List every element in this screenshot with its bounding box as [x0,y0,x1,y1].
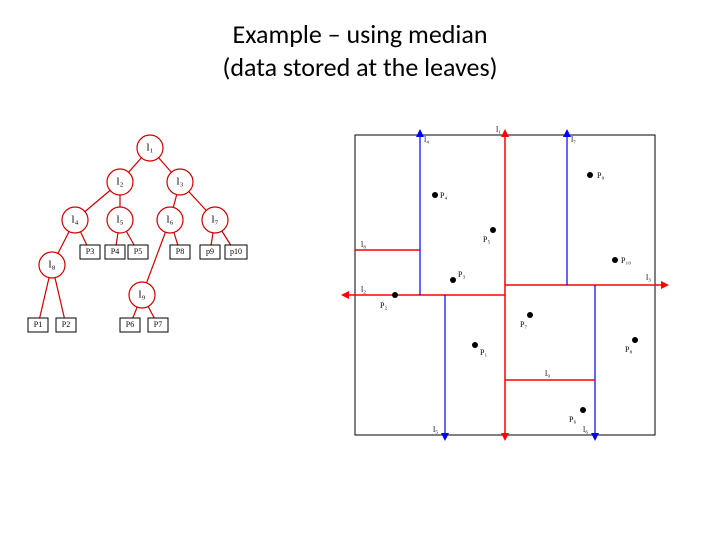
svg-text:l₇: l₇ [212,214,219,226]
svg-text:P3: P3 [86,247,94,256]
svg-text:P₈: P₈ [625,345,632,354]
slide-title: Example – using median (data stored at t… [0,18,720,83]
svg-text:P₂: P₂ [380,301,387,310]
svg-text:l₂: l₂ [117,176,124,188]
svg-text:l₁: l₁ [496,125,501,134]
svg-text:l₉: l₉ [545,369,550,378]
svg-text:l₈: l₈ [49,259,56,271]
svg-text:P7: P7 [154,320,162,329]
svg-text:l₅: l₅ [433,425,438,434]
plane-partition-diagram: l₁ l₂ l₃ l₄ l₅ l₆ l₇ l₈ l₉ P₁ P₂ P₃ P₄ P… [310,120,700,510]
svg-text:l₉: l₉ [139,289,146,301]
svg-text:P8: P8 [176,247,184,256]
svg-text:p10: p10 [230,247,242,256]
figure-row: l₁ l₂ l₃ l₄ l₅ l₆ l₇ l₈ l₉ P3 P4 P5 P8 p… [20,120,700,510]
svg-text:l₅: l₅ [117,214,124,226]
title-line-2: (data stored at the leaves) [222,51,497,83]
svg-text:P₉: P₉ [597,171,604,180]
svg-text:P1: P1 [34,320,42,329]
svg-text:P4: P4 [111,247,119,256]
svg-text:P₁: P₁ [480,348,487,357]
plane-points: P₁ P₂ P₃ P₄ P₅ P₆ P₇ P₈ P₉ P₁₀ [380,171,638,424]
svg-text:l₆: l₆ [167,214,174,226]
svg-text:P2: P2 [62,320,70,329]
svg-text:l₇: l₇ [571,135,576,144]
svg-text:l₄: l₄ [424,135,429,144]
svg-text:p9: p9 [206,247,214,256]
svg-text:l₆: l₆ [583,425,588,434]
svg-text:l₁: l₁ [147,142,154,154]
svg-text:l₂: l₂ [361,285,366,294]
svg-text:l₃: l₃ [177,176,184,188]
svg-text:P₄: P₄ [440,191,447,200]
svg-text:P6: P6 [126,320,134,329]
svg-text:P₁₀: P₁₀ [621,256,631,265]
tree-nodes: l₁ l₂ l₃ l₄ l₅ l₆ l₇ l₈ l₉ [39,135,228,308]
svg-text:l₄: l₄ [72,214,79,226]
svg-text:P₅: P₅ [483,235,490,244]
svg-text:P₇: P₇ [520,320,527,329]
svg-text:P₆: P₆ [569,415,576,424]
svg-text:l₈: l₈ [361,240,366,249]
kd-tree-diagram: l₁ l₂ l₃ l₄ l₅ l₆ l₇ l₈ l₉ P3 P4 P5 P8 p… [20,120,280,510]
svg-text:l₃: l₃ [646,273,651,282]
svg-text:P₃: P₃ [458,270,465,279]
svg-text:P5: P5 [134,247,142,256]
title-line-1: Example – using median [233,18,488,50]
